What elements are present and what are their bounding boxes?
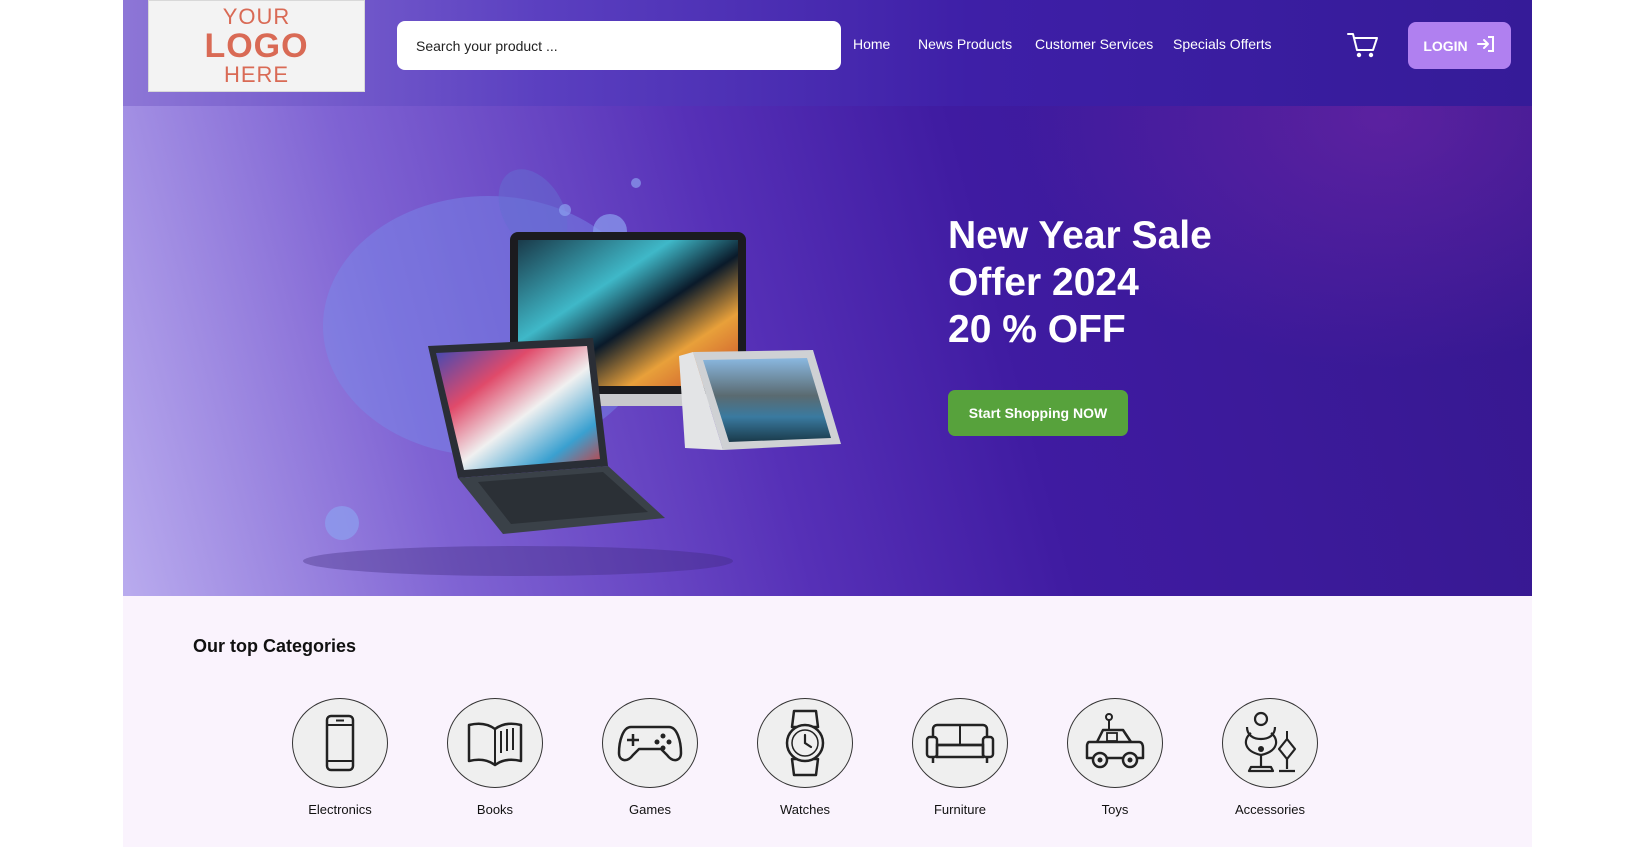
book-icon [447, 698, 543, 788]
category-label: Books [476, 802, 514, 817]
categories-title: Our top Categories [193, 636, 357, 656]
nav-customer-services[interactable]: Customer Services [1035, 36, 1153, 52]
hero-dot [559, 204, 571, 216]
category-label: Electronics [308, 802, 372, 817]
category-label: Accessories [1234, 802, 1306, 817]
login-label: LOGIN [1423, 37, 1468, 54]
watch-icon [757, 698, 853, 788]
category-accessories[interactable]: Accessories [1215, 698, 1325, 817]
page: YOUR LOGO HERE Home News Products Custom… [123, 0, 1532, 847]
nav-specials-offerts[interactable]: Specials Offerts [1173, 36, 1272, 52]
category-toys[interactable]: Toys [1060, 698, 1170, 817]
smartphone-icon [292, 698, 388, 788]
start-shopping-button[interactable]: Start Shopping NOW [948, 390, 1128, 436]
nav-news-products[interactable]: News Products [918, 36, 1012, 52]
jewelry-icon [1222, 698, 1318, 788]
hero-shadow [303, 546, 733, 576]
categories-section: Our top Categories Electronics Books Gam… [123, 596, 1532, 847]
search-input[interactable] [414, 36, 824, 55]
category-books[interactable]: Books [440, 698, 550, 817]
hero-banner: New Year Sale Offer 2024 20 % OFF Start … [123, 106, 1532, 596]
category-watches[interactable]: Watches [750, 698, 860, 817]
category-label: Games [629, 802, 671, 817]
category-games[interactable]: Games [595, 698, 705, 817]
logo-line-2: LOGO [204, 27, 309, 65]
cart-icon[interactable] [1346, 30, 1380, 60]
category-label: Furniture [933, 802, 987, 817]
category-label: Toys [1101, 802, 1129, 817]
sofa-icon [912, 698, 1008, 788]
category-electronics[interactable]: Electronics [285, 698, 395, 817]
category-furniture[interactable]: Furniture [905, 698, 1015, 817]
hero-title-line: Offer 2024 [948, 261, 1139, 304]
hero-title: New Year Sale Offer 2024 20 % OFF [948, 212, 1212, 353]
hero-dot [631, 178, 641, 188]
search-bar [397, 21, 841, 70]
hero-title-line: New Year Sale [948, 214, 1212, 257]
laptops-image [428, 232, 841, 534]
login-arrow-icon [1476, 35, 1496, 56]
logo[interactable]: YOUR LOGO HERE [148, 0, 365, 92]
logo-line-3: HERE [223, 62, 290, 87]
nav-home[interactable]: Home [853, 36, 890, 52]
login-button[interactable]: LOGIN [1408, 22, 1511, 69]
toy-car-icon [1067, 698, 1163, 788]
logo-line-1: YOUR [222, 4, 291, 29]
gamepad-icon [602, 698, 698, 788]
header: YOUR LOGO HERE Home News Products Custom… [123, 0, 1532, 106]
hero-title-line: 20 % OFF [948, 308, 1126, 351]
category-label: Watches [779, 802, 831, 817]
